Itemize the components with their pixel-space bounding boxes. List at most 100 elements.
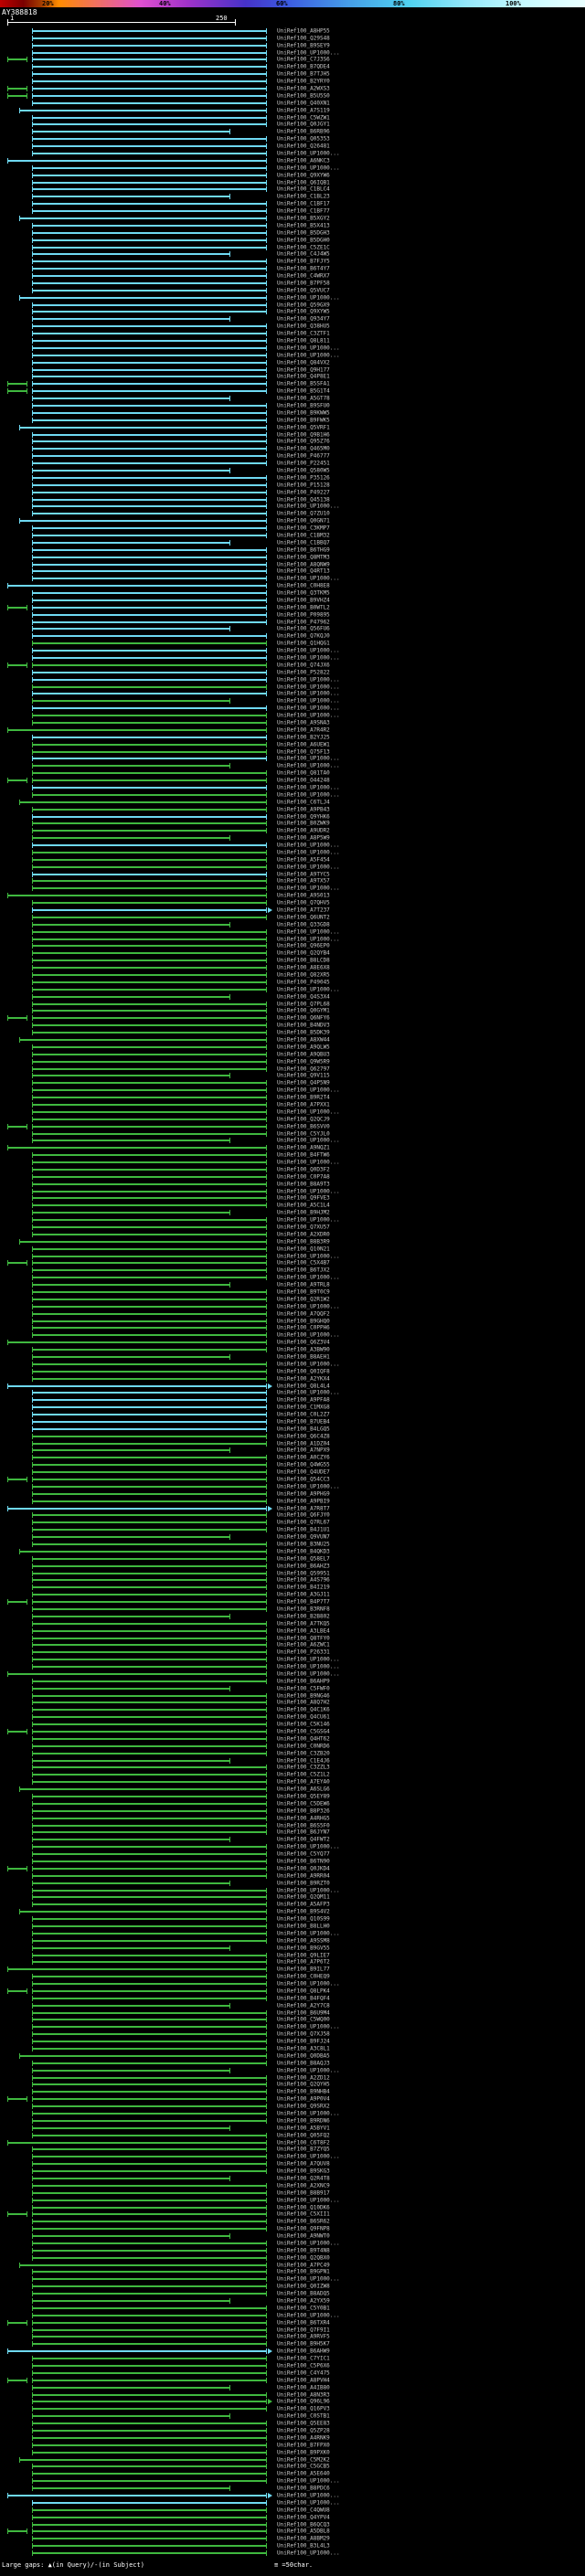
hit-bar[interactable] xyxy=(32,309,267,315)
hit-row[interactable]: UniRef100_A8QNW9 xyxy=(0,561,585,568)
hit-row[interactable]: UniRef100_Q9XYW5 xyxy=(0,309,585,316)
hit-label[interactable]: UniRef100_UP1000... xyxy=(277,756,340,762)
hit-label[interactable]: UniRef100_Q8L4L4 xyxy=(277,1383,330,1389)
hit-row[interactable]: UniRef100_A9TRL8 xyxy=(0,1281,585,1288)
hit-label[interactable]: UniRef100_B2B802 xyxy=(277,1613,330,1619)
hit-label[interactable]: UniRef100_UP1000... xyxy=(277,885,340,892)
hit-bar[interactable] xyxy=(32,302,267,308)
hit-bar[interactable] xyxy=(32,1310,267,1317)
hit-label[interactable]: UniRef100_B4P7T7 xyxy=(277,1599,330,1606)
hit-row[interactable]: UniRef100_UP1000... xyxy=(0,1188,585,1195)
hit-row[interactable]: UniRef100_UP1000... xyxy=(0,2275,585,2283)
hit-bar[interactable] xyxy=(32,2125,230,2131)
hit-label[interactable]: UniRef100_Q81TA0 xyxy=(277,770,330,777)
hit-row[interactable]: UniRef100_A5E640 xyxy=(0,2470,585,2477)
hit-label[interactable]: UniRef100_C0L2Z7 xyxy=(277,1412,330,1418)
hit-label[interactable]: UniRef100_A9PFA8 xyxy=(277,1397,330,1404)
hit-bar[interactable] xyxy=(32,2334,267,2340)
hit-bar[interactable] xyxy=(32,1101,267,1108)
hit-label[interactable]: UniRef100_B8A9T3 xyxy=(277,1181,330,1187)
hit-row[interactable]: UniRef100_Q9H177 xyxy=(0,366,585,374)
hit-bar[interactable] xyxy=(32,2391,267,2398)
hit-row[interactable]: UniRef100_B5XGY2 xyxy=(0,215,585,222)
hit-row[interactable]: UniRef100_B6T4Y7 xyxy=(0,265,585,272)
hit-row[interactable]: UniRef100_Q4UDE7 xyxy=(0,1468,585,1476)
hit-label[interactable]: UniRef100_B5DGH0 xyxy=(277,237,330,243)
hit-label[interactable]: UniRef100_C5WQ00 xyxy=(277,2017,330,2023)
hit-bar[interactable] xyxy=(32,1469,267,1476)
hit-bar[interactable] xyxy=(32,532,267,538)
hit-row[interactable]: UniRef100_B9GV55 xyxy=(0,1945,585,1952)
hit-row[interactable]: UniRef100_Q9FNP8 xyxy=(0,2225,585,2232)
hit-row[interactable]: UniRef100_C0STB1 xyxy=(0,2412,585,2420)
hit-bar[interactable] xyxy=(32,1952,267,1958)
hit-row[interactable]: UniRef100_B5DGH3 xyxy=(0,229,585,237)
hit-label[interactable]: UniRef100_C4J4W5 xyxy=(277,251,330,258)
hit-bar[interactable] xyxy=(32,323,267,330)
hit-label[interactable]: UniRef100_UP1000... xyxy=(277,684,340,690)
hit-label[interactable]: UniRef100_C5YQ77 xyxy=(277,1851,330,1858)
hit-bar[interactable] xyxy=(32,2464,267,2470)
hit-row[interactable]: UniRef100_A2Y7C8 xyxy=(0,2002,585,2009)
hit-bar[interactable] xyxy=(32,1815,267,1821)
hit-row[interactable]: UniRef100_UP1000... xyxy=(0,164,585,172)
hit-label[interactable]: UniRef100_A9SSM8 xyxy=(277,1937,330,1944)
hit-label[interactable]: UniRef100_A5DBL8 xyxy=(277,2528,330,2535)
hit-bar[interactable] xyxy=(32,1887,267,1893)
hit-label[interactable]: UniRef100_A9QLW5 xyxy=(277,1044,330,1050)
hit-label[interactable]: UniRef100_P49227 xyxy=(277,489,330,495)
hit-label[interactable]: UniRef100_A4IB80 xyxy=(277,2384,330,2390)
hit-label[interactable]: UniRef100_B6RB96 xyxy=(277,129,330,135)
hit-label[interactable]: UniRef100_B0WTL2 xyxy=(277,604,330,610)
hit-label[interactable]: UniRef100_Q4S3X4 xyxy=(277,993,330,1000)
hit-bar[interactable] xyxy=(32,1635,267,1641)
hit-label[interactable]: UniRef100_Q0IZW8 xyxy=(277,2284,330,2290)
hit-row[interactable]: UniRef100_A2WXS3 xyxy=(0,85,585,92)
hit-row[interactable]: UniRef100_B6TXR4 xyxy=(0,2319,585,2327)
hit-label[interactable]: UniRef100_Q7XJ58 xyxy=(277,2031,330,2038)
hit-label[interactable]: UniRef100_UP1000... xyxy=(277,655,340,662)
hit-row[interactable]: UniRef100_UP1000... xyxy=(0,2240,585,2247)
hit-row[interactable]: UniRef100_Q4P8E1 xyxy=(0,374,585,381)
hit-label[interactable]: UniRef100_B6AHZ3 xyxy=(277,1563,330,1569)
hit-bar[interactable] xyxy=(32,1390,267,1396)
hit-bar[interactable] xyxy=(32,143,267,150)
hit-row[interactable]: UniRef100_UP1000... xyxy=(0,1930,585,1937)
hit-bar[interactable] xyxy=(32,907,267,914)
hit-row[interactable]: UniRef100_Q81TA0 xyxy=(0,769,585,777)
hit-row[interactable]: UniRef100_B4I219 xyxy=(0,1584,585,1591)
hit-bar[interactable] xyxy=(32,1303,267,1309)
hit-bar[interactable] xyxy=(32,2319,267,2326)
hit-bar[interactable] xyxy=(32,539,230,546)
hit-bar[interactable] xyxy=(32,1058,267,1065)
hit-row[interactable]: UniRef100_Q75F13 xyxy=(0,748,585,756)
hit-row[interactable]: UniRef100_Q54CC3 xyxy=(0,1476,585,1483)
hit-label[interactable]: UniRef100_UP1000... xyxy=(277,928,340,935)
hit-bar[interactable] xyxy=(32,2427,267,2433)
hit-label[interactable]: UniRef100_Q0JKD4 xyxy=(277,1865,330,1871)
hit-label[interactable]: UniRef100_B9GPN1 xyxy=(277,2269,330,2275)
hit-bar[interactable] xyxy=(32,1188,267,1194)
hit-bar[interactable] xyxy=(32,2204,267,2210)
hit-row[interactable]: UniRef100_Q7XU57 xyxy=(0,1224,585,1231)
hit-label[interactable]: UniRef100_Q2QYB4 xyxy=(277,950,330,957)
hit-bar[interactable] xyxy=(32,1123,267,1129)
hit-label[interactable]: UniRef100_A1DZ04 xyxy=(277,1440,330,1447)
hit-row[interactable]: UniRef100_B4J1U1 xyxy=(0,1526,585,1533)
hit-bar[interactable] xyxy=(32,684,267,690)
hit-bar[interactable] xyxy=(32,2384,230,2390)
hit-label[interactable]: UniRef100_Q29S48 xyxy=(277,35,330,41)
hit-bar[interactable] xyxy=(32,828,267,834)
hit-bar[interactable] xyxy=(32,172,267,178)
hit-row[interactable]: UniRef100_Q82XR5 xyxy=(0,971,585,979)
hit-bar[interactable] xyxy=(7,2139,267,2146)
hit-row[interactable]: UniRef100_A4RNK9 xyxy=(0,2434,585,2442)
hit-label[interactable]: UniRef100_A3LBE4 xyxy=(277,1627,330,1634)
hit-bar[interactable] xyxy=(32,2434,267,2441)
hit-bar[interactable] xyxy=(32,1275,267,1281)
hit-row[interactable]: UniRef100_B7QDE4 xyxy=(0,63,585,70)
hit-bar[interactable] xyxy=(32,1166,267,1172)
hit-bar[interactable] xyxy=(32,1555,267,1562)
hit-bar[interactable] xyxy=(32,662,267,668)
hit-row[interactable]: UniRef100_B9R2T4 xyxy=(0,1094,585,1101)
